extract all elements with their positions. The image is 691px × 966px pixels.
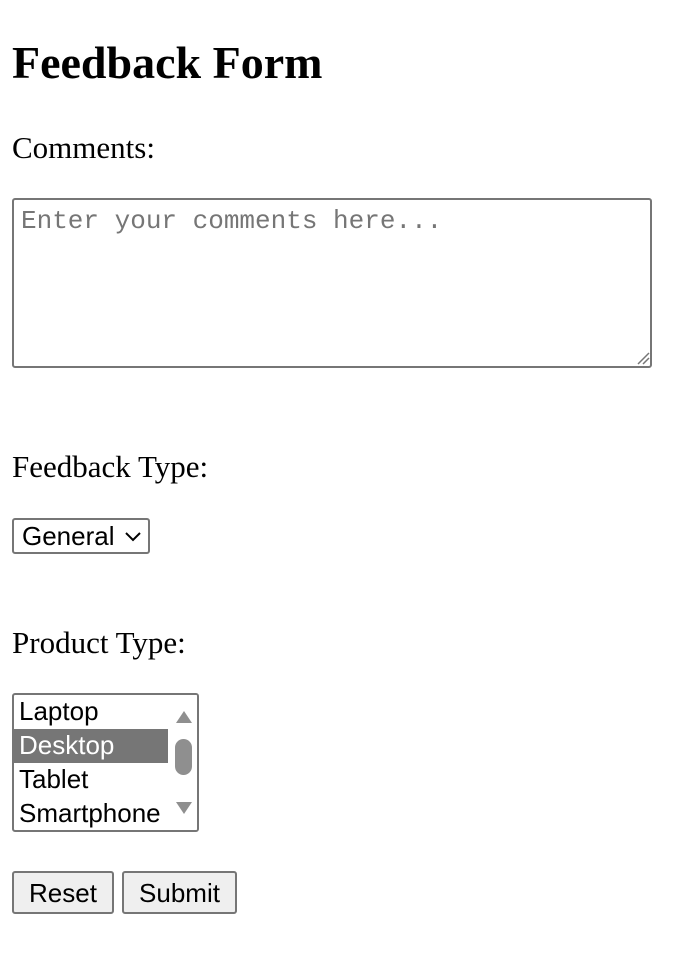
resize-grip-icon[interactable]: [636, 351, 650, 365]
reset-button[interactable]: Reset: [12, 871, 114, 914]
product-type-label: Product Type:: [12, 625, 186, 660]
scroll-down-arrow-icon[interactable]: [175, 801, 193, 815]
submit-button[interactable]: Submit: [122, 871, 237, 914]
chevron-down-icon: [125, 532, 141, 542]
feedback-type-label: Feedback Type:: [12, 449, 209, 484]
scroll-up-arrow-icon[interactable]: [175, 710, 193, 724]
scrollbar-thumb[interactable]: [175, 739, 192, 775]
product-option-laptop[interactable]: Laptop: [14, 695, 168, 729]
product-option-desktop[interactable]: Desktop: [14, 729, 168, 763]
feedback-type-selected-value: General: [22, 521, 115, 551]
product-type-listbox[interactable]: Laptop Desktop Tablet Smartphone: [12, 693, 199, 832]
comments-label: Comments:: [12, 130, 155, 165]
feedback-type-select[interactable]: General: [12, 518, 150, 554]
product-option-tablet[interactable]: Tablet: [14, 763, 168, 797]
product-option-smartphone[interactable]: Smartphone: [14, 797, 168, 830]
page-title: Feedback Form: [12, 37, 323, 88]
listbox-scrollbar[interactable]: [171, 695, 197, 830]
comments-textarea[interactable]: [12, 198, 652, 368]
